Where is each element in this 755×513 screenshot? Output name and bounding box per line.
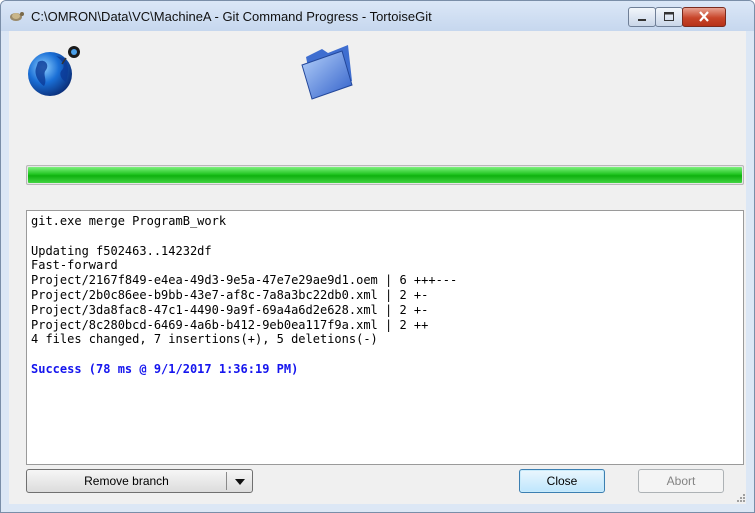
output-log[interactable]: git.exe merge ProgramB_work Updating f502… (26, 210, 744, 465)
log-line: Project/2167f849-e4ea-49d3-9e5a-47e7e29a… (31, 273, 458, 288)
log-line: git.exe merge ProgramB_work (31, 214, 227, 228)
dialog-client: git.exe merge ProgramB_work Updating f502… (9, 31, 746, 504)
progress-bar (26, 165, 744, 185)
window-title: C:\OMRON\Data\VC\MachineA - Git Command … (31, 9, 432, 24)
log-line: Project/3da8fac8-47c1-4490-9a9f-69a4a6d2… (31, 302, 429, 317)
remove-branch-label: Remove branch (84, 474, 169, 488)
dropdown-arrow-icon[interactable] (235, 479, 245, 485)
maximize-button[interactable] (655, 7, 683, 27)
title-bar[interactable]: C:\OMRON\Data\VC\MachineA - Git Command … (1, 1, 754, 31)
remove-branch-button[interactable]: Remove branch (27, 470, 226, 492)
folder-icon (301, 45, 353, 100)
log-line: 4 files changed, 7 insertions(+), 5 dele… (31, 332, 378, 347)
abort-button: Abort (638, 469, 724, 493)
log-line: Updating f502463..14232df (31, 243, 212, 258)
minimize-button[interactable] (628, 7, 656, 27)
abort-button-label: Abort (666, 474, 696, 488)
globe-icon (28, 46, 80, 96)
progress-fill (28, 167, 742, 183)
close-button[interactable]: Close (519, 469, 605, 493)
maximize-icon (664, 12, 674, 21)
log-line: Success (78 ms @ 9/1/2017 1:36:19 PM) (31, 361, 299, 376)
split-separator (226, 472, 227, 490)
log-line: Fast-forward (31, 258, 118, 273)
window-close-button[interactable] (682, 7, 726, 27)
remove-branch-split-button[interactable]: Remove branch (26, 469, 253, 493)
git-progress-window: C:\OMRON\Data\VC\MachineA - Git Command … (0, 0, 755, 513)
log-line: Project/2b0c86ee-b9bb-43e7-af8c-7a8a3bc2… (31, 287, 429, 302)
close-button-label: Close (546, 474, 578, 488)
close-icon (699, 11, 709, 22)
tortoisegit-icon (10, 12, 24, 21)
minimize-icon (638, 19, 646, 21)
resize-grip-icon[interactable] (736, 493, 746, 503)
log-line: Project/8c280bcd-6469-4a6b-b412-9eb0ea11… (31, 317, 429, 332)
